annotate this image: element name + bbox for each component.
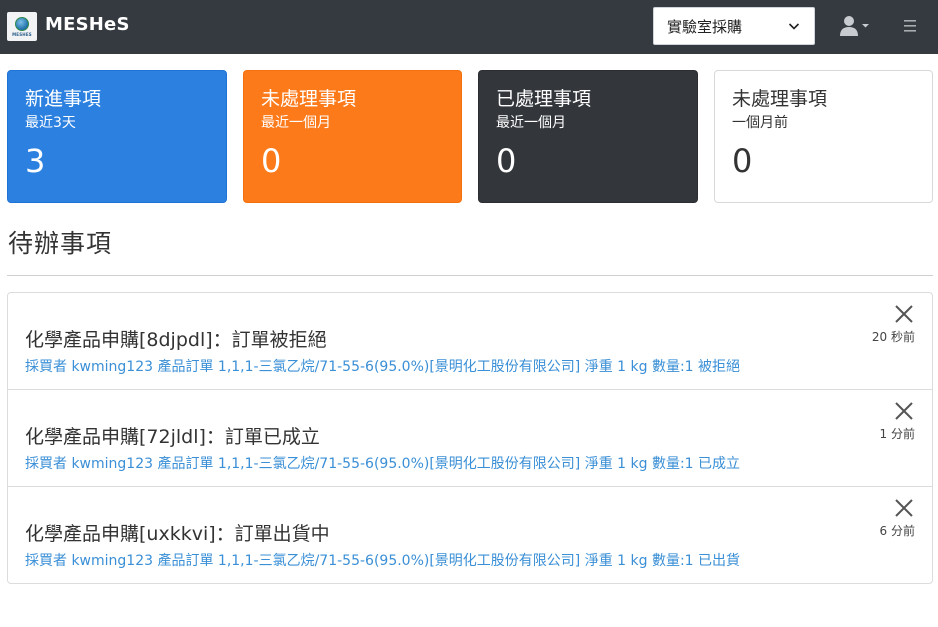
card-count: 0 [732,142,753,180]
card-pending-items[interactable]: 未處理事項 最近一個月 0 [243,70,462,203]
close-icon[interactable] [894,498,914,518]
todo-item[interactable]: 化學產品申購[uxkkvi]：訂單出貨中 採買者 kwming123 產品訂單 … [8,487,932,583]
todo-time: 1 分前 [879,427,915,441]
globe-icon [15,16,29,31]
card-title: 未處理事項 [732,88,828,110]
todo-time: 6 分前 [879,524,915,538]
todo-item[interactable]: 化學產品申購[8djpdl]：訂單被拒絕 採買者 kwming123 產品訂單 … [8,293,932,390]
todo-description[interactable]: 採買者 kwming123 產品訂單 1,1,1-三氯乙烷/71-55-6(95… [25,550,740,570]
card-title: 未處理事項 [261,88,357,110]
todo-title: 化學產品申購[uxkkvi]：訂單出貨中 [25,523,330,545]
card-subtitle: 最近一個月 [261,115,331,131]
top-navbar: MESHES MESHeS 實驗室採購 [0,0,938,54]
role-select-value: 實驗室採購 [667,17,743,36]
logo-text: MESHES [12,31,32,37]
card-subtitle: 一個月前 [732,115,788,131]
card-count: 3 [25,142,46,180]
card-new-items[interactable]: 新進事項 最近3天 3 [7,70,227,203]
todo-description[interactable]: 採買者 kwming123 產品訂單 1,1,1-三氯乙烷/71-55-6(95… [25,453,740,473]
todo-title: 化學產品申購[8djpdl]：訂單被拒絕 [25,329,327,351]
card-count: 0 [261,142,282,180]
todo-list: 化學產品申購[8djpdl]：訂單被拒絕 採買者 kwming123 產品訂單 … [7,292,933,584]
brand-name[interactable]: MESHeS [45,14,130,35]
app-logo[interactable]: MESHES [7,12,37,41]
divider [7,275,933,276]
card-subtitle: 最近一個月 [496,115,566,131]
card-title: 新進事項 [25,88,102,110]
card-processed-items[interactable]: 已處理事項 最近一個月 0 [478,70,698,203]
card-old-pending-items[interactable]: 未處理事項 一個月前 0 [714,70,933,203]
close-icon[interactable] [894,304,914,324]
section-title: 待辦事項 [8,229,113,258]
todo-title: 化學產品申購[72jldl]：訂單已成立 [25,426,320,448]
close-icon[interactable] [894,401,914,421]
hamburger-icon[interactable] [902,17,918,35]
card-subtitle: 最近3天 [25,115,76,131]
card-title: 已處理事項 [496,88,592,110]
chevron-down-icon [788,23,800,30]
todo-time: 20 秒前 [871,330,915,344]
todo-item[interactable]: 化學產品申購[72jldl]：訂單已成立 採買者 kwming123 產品訂單 … [8,390,932,487]
role-select[interactable]: 實驗室採購 [653,7,815,45]
user-icon[interactable] [840,15,874,37]
todo-description[interactable]: 採買者 kwming123 產品訂單 1,1,1-三氯乙烷/71-55-6(95… [25,356,740,376]
card-count: 0 [496,142,517,180]
